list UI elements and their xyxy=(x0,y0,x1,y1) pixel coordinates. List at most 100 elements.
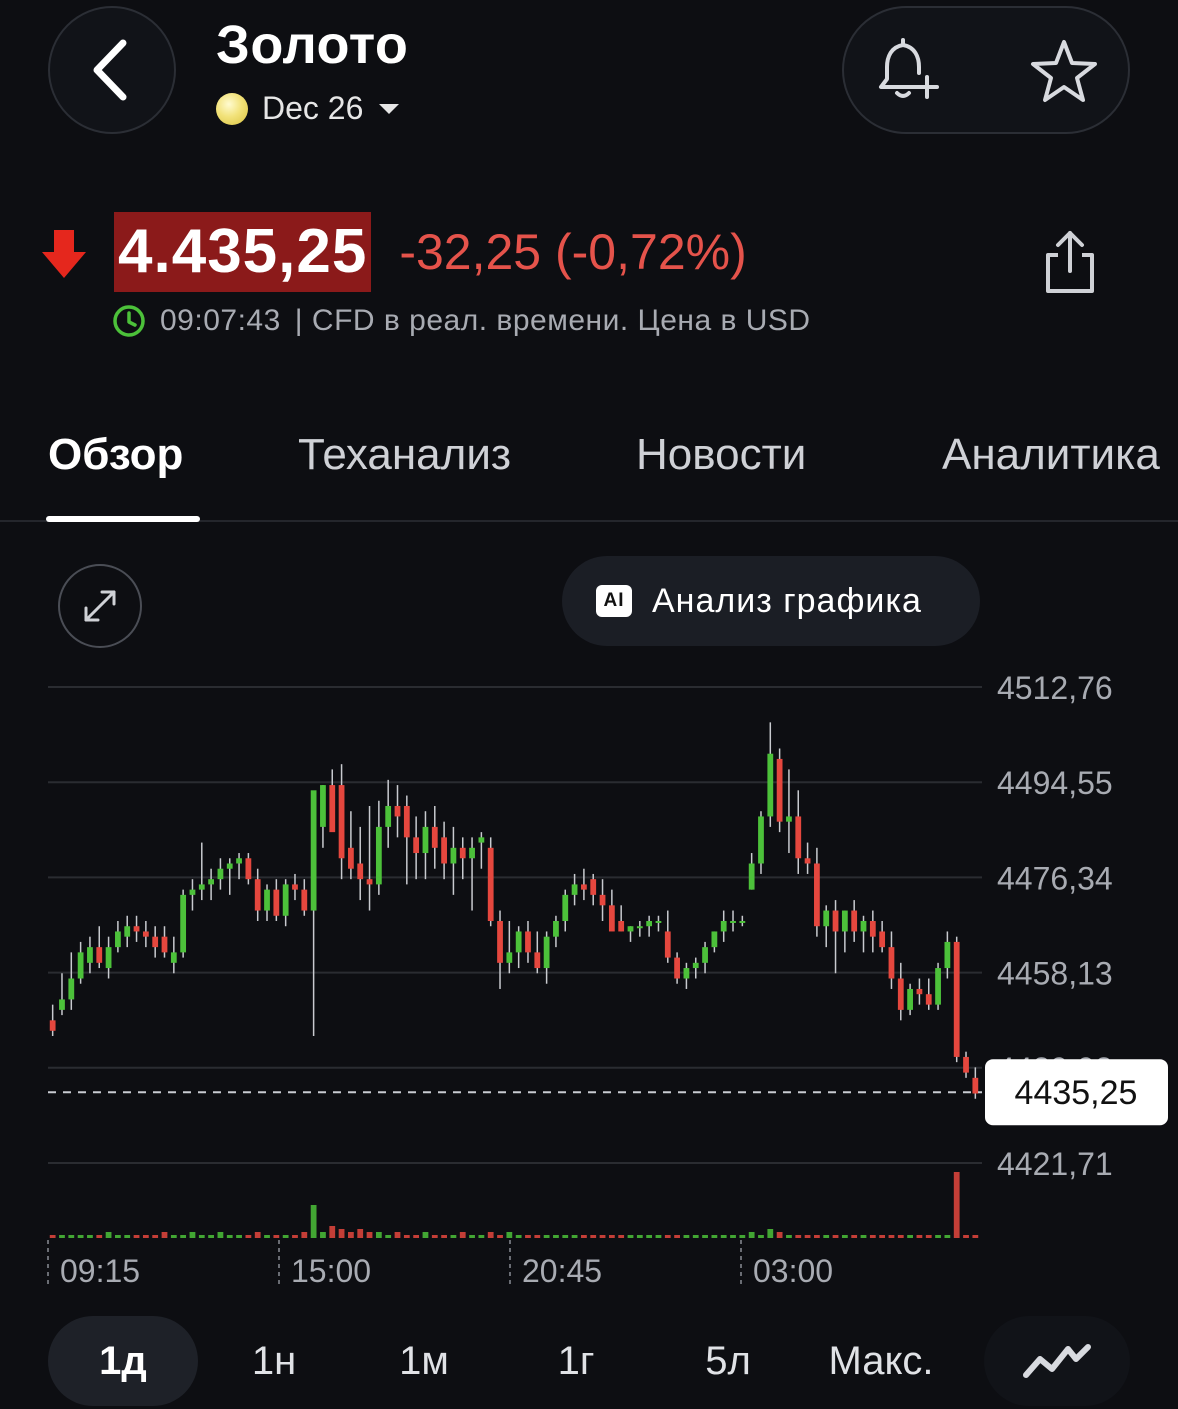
candle-body xyxy=(403,805,410,838)
timeframe-5y[interactable]: 5л xyxy=(666,1316,790,1406)
tab-news[interactable]: Новости xyxy=(636,430,806,480)
volume-bar xyxy=(142,1235,149,1238)
y-tick-label: 4476,34 xyxy=(997,860,1113,896)
candle-body xyxy=(972,1077,979,1094)
volume-bar xyxy=(571,1235,578,1238)
candle-body xyxy=(776,758,783,822)
candle-body xyxy=(515,931,522,953)
volume-bar xyxy=(469,1235,475,1238)
volume-bar xyxy=(478,1235,485,1238)
volume-bar xyxy=(832,1235,839,1238)
candle-body xyxy=(786,816,792,822)
candle-body xyxy=(553,921,559,937)
volume-bar xyxy=(795,1235,802,1238)
candle-body xyxy=(841,910,848,932)
candle-body xyxy=(292,884,298,890)
x-tick-label: 03:00 xyxy=(753,1253,833,1289)
timeframe-1d[interactable]: 1д xyxy=(48,1316,198,1406)
candle-body xyxy=(431,826,438,848)
volume-bar xyxy=(720,1235,727,1238)
share-button[interactable] xyxy=(1034,226,1106,298)
chevron-left-icon xyxy=(93,39,127,101)
volume-bar xyxy=(515,1235,522,1238)
candle-body xyxy=(925,994,932,1005)
volume-bar xyxy=(506,1232,513,1238)
candle-body xyxy=(152,936,159,948)
volume-bar xyxy=(879,1235,886,1238)
volume-bar xyxy=(394,1232,401,1238)
candle-body xyxy=(310,790,317,911)
timeframe-max[interactable]: Макс. xyxy=(806,1316,956,1406)
volume-bar xyxy=(562,1235,569,1238)
favorite-button[interactable] xyxy=(1020,28,1108,116)
quote-info: | CFD в реал. времени. Цена в USD xyxy=(294,304,811,337)
volume-bar xyxy=(767,1229,774,1238)
chart-analysis-button[interactable]: AI Анализ графика xyxy=(562,556,980,646)
volume-bar xyxy=(581,1235,587,1238)
candle-body xyxy=(478,837,485,843)
back-button[interactable] xyxy=(48,6,176,134)
tab-analytics[interactable]: Аналитика xyxy=(942,430,1160,480)
volume-bar xyxy=(348,1232,354,1238)
candle-body xyxy=(49,1020,56,1031)
candle-body xyxy=(469,847,475,859)
volume-bar xyxy=(124,1235,131,1238)
candle-body xyxy=(441,837,447,864)
candle-body xyxy=(683,968,690,979)
x-tick-label: 20:45 xyxy=(522,1253,602,1289)
candle-body xyxy=(702,947,708,963)
candle-body xyxy=(655,921,662,924)
y-tick-label: 4421,71 xyxy=(997,1146,1113,1182)
clock-icon xyxy=(113,305,145,337)
volume-bar xyxy=(282,1235,289,1238)
candle-body xyxy=(860,921,867,932)
candle-body xyxy=(953,941,960,1057)
volume-bar xyxy=(301,1232,308,1238)
chart-type-button[interactable] xyxy=(984,1316,1130,1406)
timeframe-1y[interactable]: 1г xyxy=(514,1316,638,1406)
volume-bar xyxy=(916,1235,923,1238)
volume-bar xyxy=(236,1235,242,1238)
candle-body xyxy=(935,968,941,1005)
candle-body xyxy=(273,889,280,916)
volume-bar xyxy=(543,1235,550,1238)
price-chart[interactable]: 4512,764494,554476,344458,134439,924421,… xyxy=(0,660,1178,1300)
timeframe-1m[interactable]: 1м xyxy=(362,1316,486,1406)
volume-bar xyxy=(273,1235,280,1238)
volume-bar xyxy=(105,1232,112,1238)
candle-body xyxy=(758,816,764,864)
volume-bar xyxy=(730,1235,736,1238)
candle-body xyxy=(68,978,75,1000)
candle-body xyxy=(366,879,373,885)
volume-bar xyxy=(525,1235,531,1238)
volume-bar xyxy=(161,1232,168,1238)
volume-bar xyxy=(87,1235,93,1238)
volume-bar xyxy=(907,1235,913,1238)
candle-body xyxy=(562,894,569,922)
candle-body xyxy=(142,931,149,937)
volume-bar xyxy=(338,1229,345,1238)
volume-bar xyxy=(897,1235,904,1238)
candle-body xyxy=(739,921,746,924)
volume-bar xyxy=(553,1235,559,1238)
tab-technical[interactable]: Теханализ xyxy=(298,430,511,480)
candle-body xyxy=(711,931,718,948)
fullscreen-button[interactable] xyxy=(58,564,142,648)
volume-bar xyxy=(888,1235,895,1238)
candle-body xyxy=(730,921,736,924)
volume-bar xyxy=(217,1232,224,1238)
volume-bar xyxy=(459,1232,466,1238)
candle-body xyxy=(897,978,904,1010)
candle-body xyxy=(534,952,541,969)
add-alert-button[interactable] xyxy=(864,28,952,116)
volume-bar xyxy=(646,1235,653,1238)
timeframe-1w[interactable]: 1н xyxy=(212,1316,336,1406)
tab-overview[interactable]: Обзор xyxy=(48,430,183,480)
volume-bar xyxy=(776,1232,783,1238)
volume-bar xyxy=(534,1235,541,1238)
candle-body xyxy=(217,868,224,880)
candle-body xyxy=(944,941,951,969)
contract-selector[interactable]: Dec 26 xyxy=(216,90,401,127)
candle-body xyxy=(180,894,187,953)
candle-body xyxy=(208,879,214,885)
